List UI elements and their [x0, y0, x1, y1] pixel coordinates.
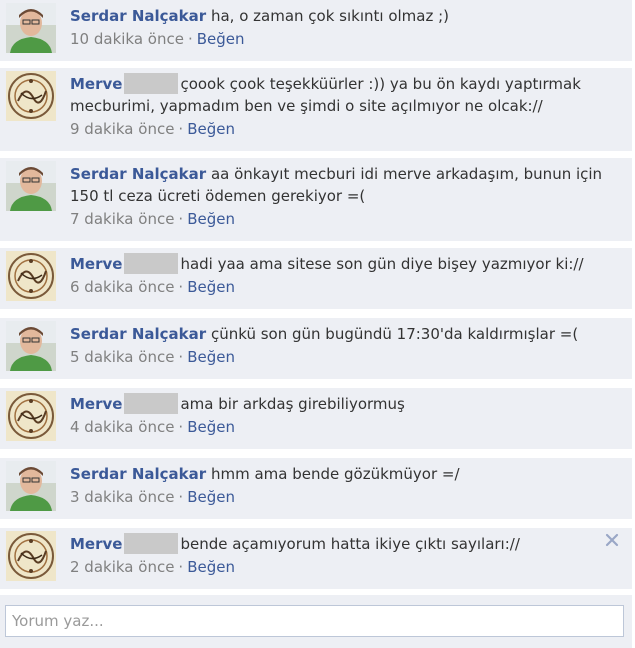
- man-avatar-icon: [6, 461, 56, 511]
- comment-text: çünkü son gün bugündü 17:30'da kaldırmış…: [210, 325, 579, 343]
- meta-separator: ·: [178, 120, 184, 138]
- calligraphy-avatar-icon: [6, 391, 56, 441]
- meta-separator: ·: [187, 30, 193, 48]
- comment-item: Serdar Nalçakar çünkü son gün bugündü 17…: [0, 318, 632, 381]
- comment-body: Merve bende açamıyorum hatta ikiye çıktı …: [70, 533, 604, 578]
- comment-item: Merve ama bir arkdaş girebiliyormuş 4 dak…: [0, 388, 632, 451]
- comment-input[interactable]: [5, 605, 624, 637]
- comment-body: Merve ama bir arkdaş girebiliyormuş 4 dak…: [70, 393, 604, 438]
- comment-thread: Serdar Nalçakar ha, o zaman çok sıkıntı …: [0, 0, 635, 648]
- redacted-surname-block: [124, 73, 179, 94]
- comment-item: Serdar Nalçakar aa önkayıt mecburi idi m…: [0, 158, 632, 243]
- comment-text: hmm ama bende gözükmüyor =/: [210, 465, 460, 483]
- comment-meta: 2 dakika önce · Beğen: [70, 556, 604, 578]
- like-link[interactable]: Beğen: [187, 558, 235, 576]
- comment-meta: 6 dakika önce · Beğen: [70, 276, 604, 298]
- comment-author[interactable]: Merve: [70, 255, 122, 273]
- meta-separator: ·: [178, 278, 184, 296]
- comment-timestamp[interactable]: 9 dakika önce: [70, 120, 174, 138]
- avatar[interactable]: [6, 391, 56, 441]
- comment-timestamp[interactable]: 4 dakika önce: [70, 418, 174, 436]
- comment-meta: 10 dakika önce · Beğen: [70, 28, 604, 50]
- avatar[interactable]: [6, 321, 56, 371]
- comment-item: Merve hadi yaa ama sitese son gün diye bi…: [0, 248, 632, 311]
- comment-meta: 3 dakika önce · Beğen: [70, 486, 604, 508]
- avatar[interactable]: [6, 251, 56, 301]
- comment-author[interactable]: Serdar Nalçakar: [70, 465, 206, 483]
- close-x-icon[interactable]: [604, 532, 620, 548]
- comment-timestamp[interactable]: 2 dakika önce: [70, 558, 174, 576]
- comment-meta: 5 dakika önce · Beğen: [70, 346, 604, 368]
- man-avatar-icon: [6, 3, 56, 53]
- like-link[interactable]: Beğen: [187, 120, 235, 138]
- like-link[interactable]: Beğen: [187, 348, 235, 366]
- calligraphy-avatar-icon: [6, 531, 56, 581]
- man-avatar-icon: [6, 161, 56, 211]
- like-link[interactable]: Beğen: [187, 210, 235, 228]
- comment-text: bende açamıyorum hatta ikiye çıktı sayıl…: [180, 535, 520, 553]
- comment-author[interactable]: Serdar Nalçakar: [70, 165, 206, 183]
- comment-author[interactable]: Serdar Nalçakar: [70, 7, 206, 25]
- calligraphy-avatar-icon: [6, 71, 56, 121]
- like-link[interactable]: Beğen: [187, 278, 235, 296]
- comment-body: Serdar Nalçakar aa önkayıt mecburi idi m…: [70, 163, 604, 230]
- like-link[interactable]: Beğen: [187, 418, 235, 436]
- comment-body: Merve hadi yaa ama sitese son gün diye bi…: [70, 253, 604, 298]
- comment-composer: [0, 595, 632, 648]
- comment-meta: 7 dakika önce · Beğen: [70, 208, 604, 230]
- meta-separator: ·: [178, 418, 184, 436]
- avatar[interactable]: [6, 161, 56, 211]
- meta-separator: ·: [178, 488, 184, 506]
- redacted-surname-block: [124, 533, 179, 554]
- comment-text: ama bir arkdaş girebiliyormuş: [180, 395, 405, 413]
- calligraphy-avatar-icon: [6, 251, 56, 301]
- comment-body: Merve çoook çook teşekküürler :)) ya bu ö…: [70, 73, 604, 140]
- comment-timestamp[interactable]: 3 dakika önce: [70, 488, 174, 506]
- avatar[interactable]: [6, 461, 56, 511]
- comment-timestamp[interactable]: 10 dakika önce: [70, 30, 184, 48]
- avatar[interactable]: [6, 3, 56, 53]
- comment-author[interactable]: Merve: [70, 395, 122, 413]
- avatar[interactable]: [6, 531, 56, 581]
- comment-timestamp[interactable]: 5 dakika önce: [70, 348, 174, 366]
- comment-meta: 4 dakika önce · Beğen: [70, 416, 604, 438]
- avatar[interactable]: [6, 71, 56, 121]
- meta-separator: ·: [178, 348, 184, 366]
- comment-author[interactable]: Merve: [70, 75, 122, 93]
- comment-body: Serdar Nalçakar hmm ama bende gözükmüyor…: [70, 463, 604, 508]
- comment-text: ha, o zaman çok sıkıntı olmaz ;): [210, 7, 450, 25]
- like-link[interactable]: Beğen: [197, 30, 245, 48]
- comment-item: Serdar Nalçakar ha, o zaman çok sıkıntı …: [0, 0, 632, 63]
- meta-separator: ·: [178, 210, 184, 228]
- comment-meta: 9 dakika önce · Beğen: [70, 118, 604, 140]
- comment-author[interactable]: Serdar Nalçakar: [70, 325, 206, 343]
- comment-item: Serdar Nalçakar hmm ama bende gözükmüyor…: [0, 458, 632, 521]
- meta-separator: ·: [178, 558, 184, 576]
- comment-timestamp[interactable]: 6 dakika önce: [70, 278, 174, 296]
- comment-body: Serdar Nalçakar ha, o zaman çok sıkıntı …: [70, 5, 604, 50]
- comment-body: Serdar Nalçakar çünkü son gün bugündü 17…: [70, 323, 604, 368]
- comment-timestamp[interactable]: 7 dakika önce: [70, 210, 174, 228]
- like-link[interactable]: Beğen: [187, 488, 235, 506]
- redacted-surname-block: [124, 253, 179, 274]
- man-avatar-icon: [6, 321, 56, 371]
- comment-item: Merve bende açamıyorum hatta ikiye çıktı …: [0, 528, 632, 591]
- comment-text: hadi yaa ama sitese son gün diye bişey y…: [180, 255, 584, 273]
- comment-item: Merve çoook çook teşekküürler :)) ya bu ö…: [0, 68, 632, 153]
- comment-author[interactable]: Merve: [70, 535, 122, 553]
- redacted-surname-block: [124, 393, 179, 414]
